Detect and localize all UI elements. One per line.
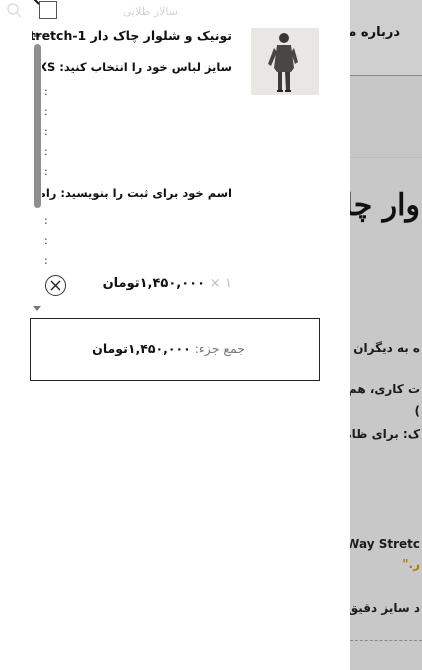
background-product-title: وار چا [350,188,420,223]
remove-item-button[interactable] [45,275,66,296]
separator: : [44,234,48,247]
background-band [350,76,422,158]
close-icon [50,280,61,291]
search-input[interactable] [48,2,178,20]
item-quantity: ۱ [225,276,232,291]
background-text-line: ) [414,404,420,418]
background-divider [350,640,422,641]
meta-separators: : : : [44,211,48,271]
product-name-link[interactable]: تونیک و شلوار چاک دار Stretch-1 [32,28,232,43]
multiply-sign: × [209,276,221,291]
product-photo [251,28,319,95]
separator: : [44,165,48,178]
separator: : [44,214,48,227]
separator: : [44,105,48,118]
cart-drawer: تونیک و شلوار چاک دار Stretch-1 سایز لبا… [0,0,350,670]
background-text-line: ک: برای ظاهر [350,427,420,441]
subtotal-line: جمع جزء: ۱,۴۵۰,۰۰۰تومان [92,341,245,356]
subtotal-value: ۱,۴۵۰,۰۰۰ [127,341,191,356]
cart-item-list: تونیک و شلوار چاک دار Stretch-1 سایز لبا… [30,28,320,314]
background-text-line: ت کاری، هم [350,382,420,396]
option-value: رامین [42,186,57,200]
background-overlay: درباره ما وار چا ه به دیگران ن ت کاری، ه… [350,0,422,670]
separator: : [44,145,48,158]
background-text-line: Way Stretc: ک [350,537,420,551]
meta-separators: : : : : : [44,82,48,182]
separator: : [44,254,48,267]
background-text-line: د سایز دقیق [350,601,420,615]
background-text-line: ر." [402,557,420,571]
option-value: XS [42,60,56,74]
search-icon[interactable] [6,2,22,18]
product-thumbnail[interactable] [251,28,319,95]
separator: : [44,125,48,138]
search-bar [0,0,350,26]
product-option-name: اسم خود برای ثبت را بنویسید: رامین [42,186,232,200]
separator: : [44,85,48,98]
subtotal-currency: تومان [92,341,128,356]
subtotal-label: جمع جزء: [194,341,245,356]
option-label: اسم خود برای ثبت را بنویسید: [60,186,232,200]
product-option-size: سایز لباس خود را انتخاب کنید: XS [42,60,232,74]
scrollbar-thumb[interactable] [34,44,41,208]
scroll-down-arrow-icon[interactable] [33,306,41,311]
item-quantity-price: ۱ × ۱,۴۵۰,۰۰۰تومان [103,276,232,291]
option-label: سایز لباس خود را انتخاب کنید: [59,60,232,74]
item-price: ۱,۴۵۰,۰۰۰ [139,276,206,291]
background-header: درباره ما [350,0,422,76]
cart-subtotal: جمع جزء: ۱,۴۵۰,۰۰۰تومان [30,318,320,381]
background-text-line: ه به دیگران ن [350,341,420,355]
nav-link-about[interactable]: درباره ما [350,25,400,40]
item-currency: تومان [102,276,140,291]
